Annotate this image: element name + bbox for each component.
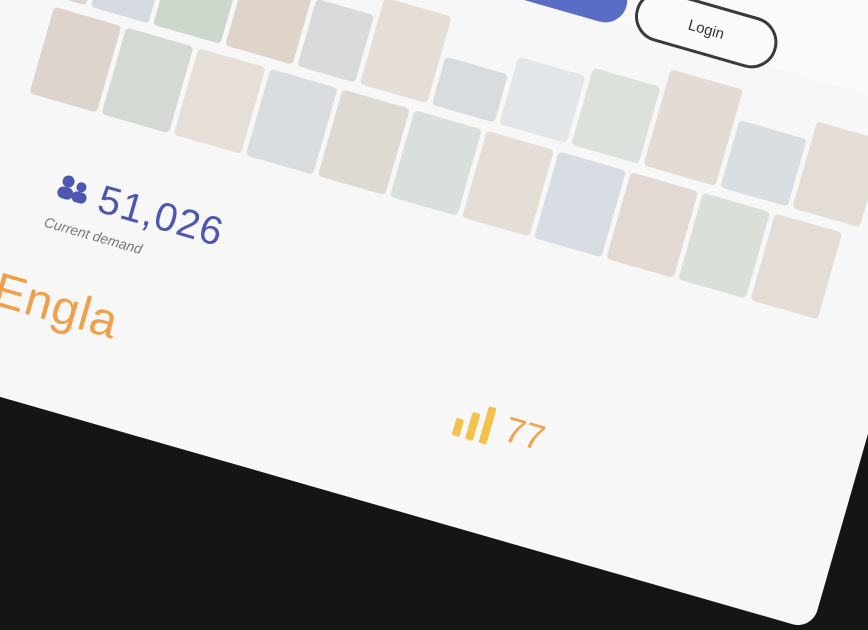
- demand-stat: 51,026 Current demand: [42, 165, 228, 277]
- collage-photo: [720, 120, 807, 207]
- bar: [478, 406, 497, 445]
- login-label: Login: [686, 16, 727, 43]
- device-screen: Login 51,026 Current demand Engla 77: [0, 0, 868, 630]
- bar-stat: 77: [451, 394, 550, 459]
- bar: [451, 417, 465, 438]
- collage-photo: [499, 56, 586, 144]
- users-icon: [50, 170, 94, 212]
- region-label: SE Engla: [0, 241, 125, 350]
- bar-value: 77: [499, 408, 550, 459]
- collage-photo: [431, 56, 509, 123]
- bar: [465, 411, 481, 441]
- collage-photo: [792, 121, 868, 228]
